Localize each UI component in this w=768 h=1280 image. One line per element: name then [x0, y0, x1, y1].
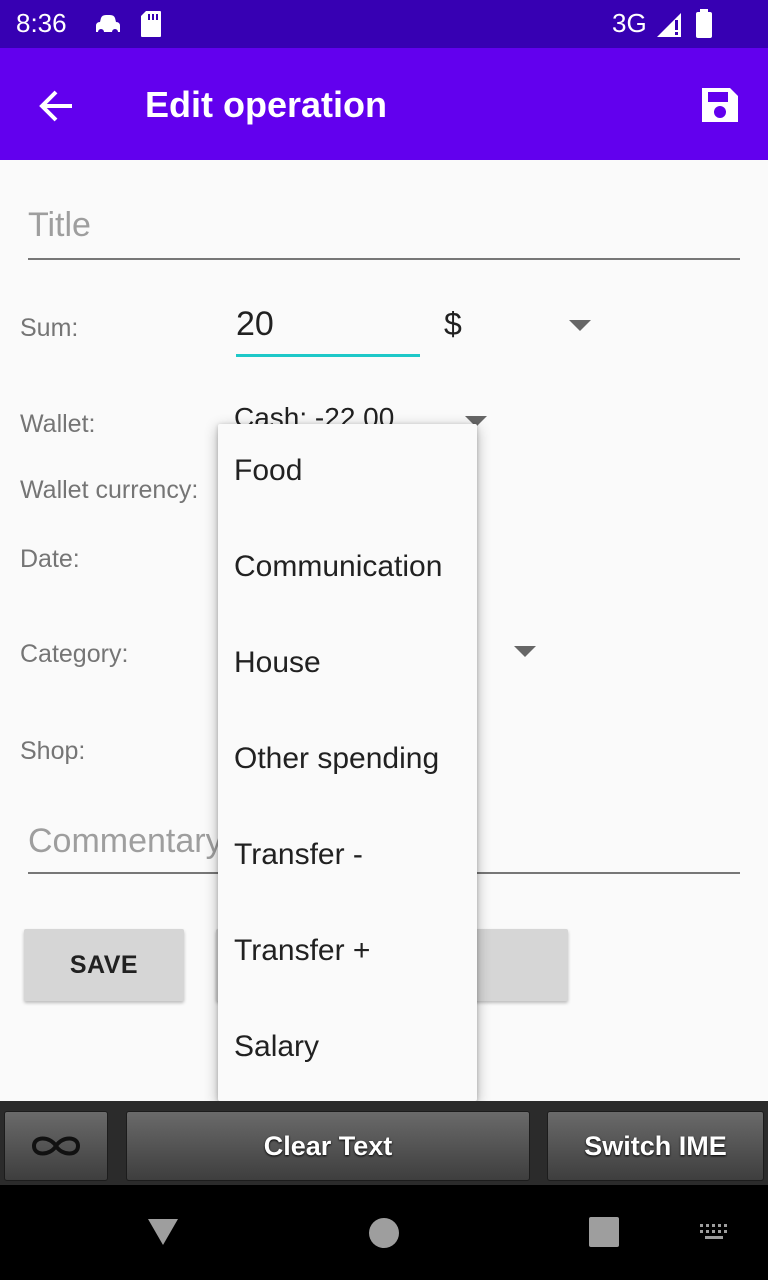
battery-icon — [696, 9, 712, 38]
wallet-label: Wallet: — [20, 410, 96, 438]
dropdown-item-food[interactable]: Food — [234, 454, 302, 488]
title-input[interactable]: Title — [28, 206, 740, 245]
clear-text-button[interactable]: Clear Text — [126, 1111, 530, 1181]
dropdown-item-communication[interactable]: Communication — [234, 550, 442, 584]
dropdown-item-house[interactable]: House — [234, 646, 321, 680]
title-underline — [28, 258, 740, 260]
switch-ime-button[interactable]: Switch IME — [547, 1111, 764, 1181]
keyboard-icon[interactable] — [698, 1223, 732, 1241]
signal-icon — [657, 13, 681, 37]
dropdown-item-transfer-plus[interactable]: Transfer + — [234, 934, 370, 968]
shop-label: Shop: — [20, 737, 86, 765]
sum-underline — [236, 354, 420, 357]
recents-square-icon[interactable] — [589, 1217, 619, 1247]
status-bar: 8:36 3G — [0, 0, 768, 48]
currency-select[interactable]: $ — [444, 306, 462, 343]
date-label: Date: — [20, 545, 80, 573]
sum-label: Sum: — [20, 314, 79, 342]
navigation-bar — [0, 1185, 768, 1280]
category-dropdown-icon[interactable] — [514, 646, 536, 657]
network-type: 3G — [612, 8, 647, 38]
cloud-car-icon — [96, 15, 120, 35]
save-button[interactable]: SAVE — [24, 929, 184, 1001]
dropdown-item-transfer-minus[interactable]: Transfer - — [234, 838, 363, 872]
sum-input[interactable]: 20 — [236, 305, 274, 344]
infinity-button[interactable] — [4, 1111, 108, 1181]
page-title: Edit operation — [145, 84, 387, 125]
home-circle-icon[interactable] — [368, 1217, 400, 1249]
status-time: 8:36 — [16, 8, 67, 38]
back-triangle-icon[interactable] — [146, 1217, 180, 1247]
dropdown-item-other-spending[interactable]: Other spending — [234, 742, 439, 776]
infinity-icon — [31, 1136, 81, 1156]
ime-toolbar: Clear Text Switch IME — [0, 1101, 768, 1185]
save-disk-icon[interactable] — [700, 86, 740, 124]
currency-dropdown-icon[interactable] — [569, 320, 591, 331]
back-arrow-icon[interactable] — [38, 88, 76, 124]
sd-card-icon — [141, 11, 161, 37]
category-label: Category: — [20, 640, 129, 668]
category-dropdown-popup: Food Communication House Other spending … — [218, 424, 477, 1101]
commentary-input[interactable]: Commentary — [28, 822, 223, 861]
wallet-currency-label: Wallet currency: — [20, 476, 199, 504]
dropdown-item-salary[interactable]: Salary — [234, 1030, 319, 1064]
